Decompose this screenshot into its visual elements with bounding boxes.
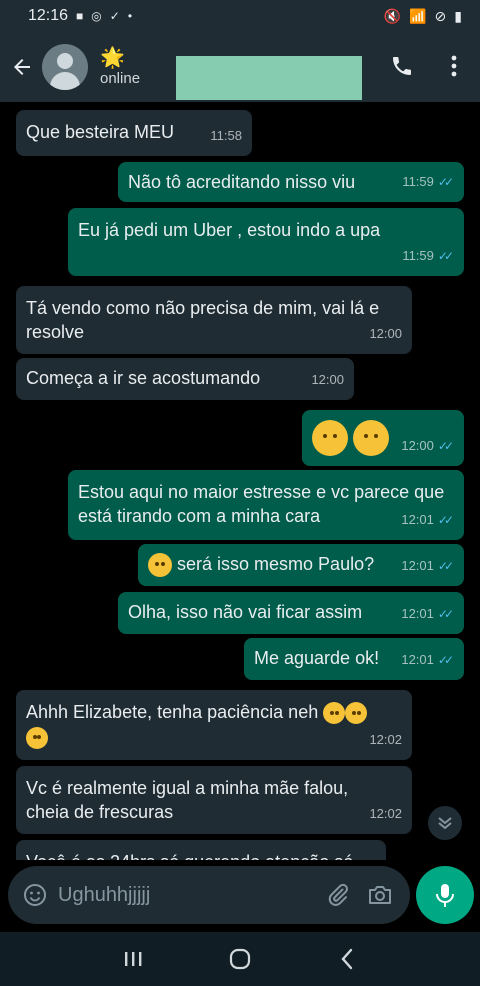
message-input[interactable]: Ughuhhjjjjj: [58, 884, 322, 907]
message-text: Não tô acreditando nisso viu: [128, 172, 356, 192]
camera-icon[interactable]: [364, 879, 396, 911]
message-bubble[interactable]: Me aguarde ok! 12:01 ✓✓: [244, 638, 464, 680]
message-text: Ahhh Elizabete, tenha paciência neh: [26, 702, 319, 722]
home-icon[interactable]: [220, 939, 260, 979]
message-time: 12:02: [369, 732, 402, 747]
microphone-icon: [436, 884, 454, 907]
message-text: Que besteira MEU: [26, 122, 175, 142]
wifi-icon: 📶: [409, 7, 427, 24]
message-time: 11:59: [402, 174, 434, 189]
message-text: Eu já pedi um Uber , estou indo a upa: [78, 220, 381, 240]
system-navigation-bar: [0, 932, 480, 986]
message-time: 12:00: [311, 372, 344, 387]
message-text: Vc é realmente igual a minha mãe falou, …: [26, 778, 349, 822]
message-time: 12:00: [401, 438, 434, 453]
check-notification-icon: ✓: [109, 9, 120, 23]
read-receipt-icon: ✓✓: [437, 653, 454, 667]
battery-icon: ▮: [454, 7, 462, 24]
thinking-face-emoji: [148, 553, 172, 578]
message-time: 11:58: [210, 128, 242, 143]
message-time: 12:01: [401, 652, 434, 667]
message-time: 12:01: [401, 558, 434, 573]
more-notifications-dot: •: [127, 9, 133, 23]
message-bubble[interactable]: Olha, isso não vai ficar assim 12:01 ✓✓: [118, 592, 464, 634]
message-text: Você é as 24hrs só querendo atenção só: [26, 852, 353, 860]
back-arrow-icon[interactable]: [2, 47, 42, 87]
joy-face-emoji: [345, 702, 368, 725]
emoji-icon[interactable]: [22, 882, 48, 908]
unamused-face-emoji: [323, 702, 346, 725]
message-time: 12:00: [369, 326, 402, 341]
video-notification-icon: ■: [76, 9, 84, 23]
message-text: Olha, isso não vai ficar assim: [128, 602, 363, 622]
message-bubble[interactable]: Você é as 24hrs só querendo atenção só: [16, 840, 386, 860]
message-bubble[interactable]: Ahhh Elizabete, tenha paciência neh 12:0…: [16, 690, 412, 760]
scroll-to-bottom-button[interactable]: [428, 806, 462, 840]
message-text: Começa a ir se acostumando: [26, 368, 261, 388]
unamused-face-emoji: [353, 420, 390, 456]
dnd-icon: ⊘: [434, 7, 447, 24]
message-bubble[interactable]: Eu já pedi um Uber , estou indo a upa 11…: [68, 208, 464, 276]
voice-message-button[interactable]: [416, 866, 474, 924]
read-receipt-icon: ✓✓: [437, 439, 454, 453]
message-bubble[interactable]: Estou aqui no maior estresse e vc parece…: [68, 470, 464, 540]
read-receipt-icon: ✓✓: [437, 249, 454, 263]
contact-avatar[interactable]: [42, 44, 88, 90]
read-receipt-icon: ✓✓: [437, 607, 454, 621]
message-list[interactable]: Que besteira MEU 11:58 Não tô acreditand…: [0, 102, 480, 860]
message-bubble[interactable]: será isso mesmo Paulo? 12:01 ✓✓: [138, 544, 464, 586]
back-nav-icon[interactable]: [327, 939, 367, 979]
recent-apps-icon[interactable]: [113, 939, 153, 979]
message-time: 11:59: [402, 248, 434, 263]
instagram-notification-icon: ◎: [91, 9, 102, 23]
status-time: 12:16: [28, 7, 69, 24]
message-composer[interactable]: Ughuhhjjjjj: [8, 866, 410, 924]
message-text: Estou aqui no maior estresse e vc parece…: [78, 482, 445, 526]
message-bubble[interactable]: Tá vendo como não precisa de mim, vai lá…: [16, 286, 412, 354]
joy-face-emoji: [26, 726, 48, 749]
message-bubble[interactable]: 12:00 ✓✓: [302, 410, 464, 466]
message-time: 12:02: [369, 806, 402, 821]
more-options-icon[interactable]: [440, 50, 468, 82]
thinking-face-emoji: [312, 420, 348, 456]
status-bar: 12:16 ■ ◎ ✓ • 🔇 📶 ⊘ ▮: [0, 0, 480, 32]
message-time: 12:01: [401, 512, 434, 527]
message-bubble[interactable]: Que besteira MEU 11:58: [16, 110, 252, 156]
message-bubble[interactable]: Vc é realmente igual a minha mãe falou, …: [16, 766, 412, 834]
message-text: Tá vendo como não precisa de mim, vai lá…: [26, 298, 380, 342]
mute-icon: 🔇: [383, 7, 402, 24]
contact-name-badge: 🌟: [100, 46, 125, 69]
chat-header: 🌟 online: [0, 32, 480, 102]
message-time: 12:01: [401, 606, 434, 621]
attachment-icon[interactable]: [322, 879, 354, 911]
message-bubble[interactable]: Começa a ir se acostumando 12:00: [16, 358, 354, 400]
contact-info[interactable]: 🌟 online: [100, 48, 140, 87]
message-text: Me aguarde ok!: [254, 648, 380, 668]
message-text: será isso mesmo Paulo?: [177, 554, 375, 574]
read-receipt-icon: ✓✓: [437, 175, 454, 189]
message-bubble[interactable]: Não tô acreditando nisso viu 11:59 ✓✓: [118, 162, 464, 202]
phone-call-icon[interactable]: [386, 50, 418, 82]
contact-status: online: [100, 69, 141, 87]
contact-name-redaction: [176, 56, 362, 100]
read-receipt-icon: ✓✓: [437, 559, 454, 573]
read-receipt-icon: ✓✓: [437, 513, 454, 527]
